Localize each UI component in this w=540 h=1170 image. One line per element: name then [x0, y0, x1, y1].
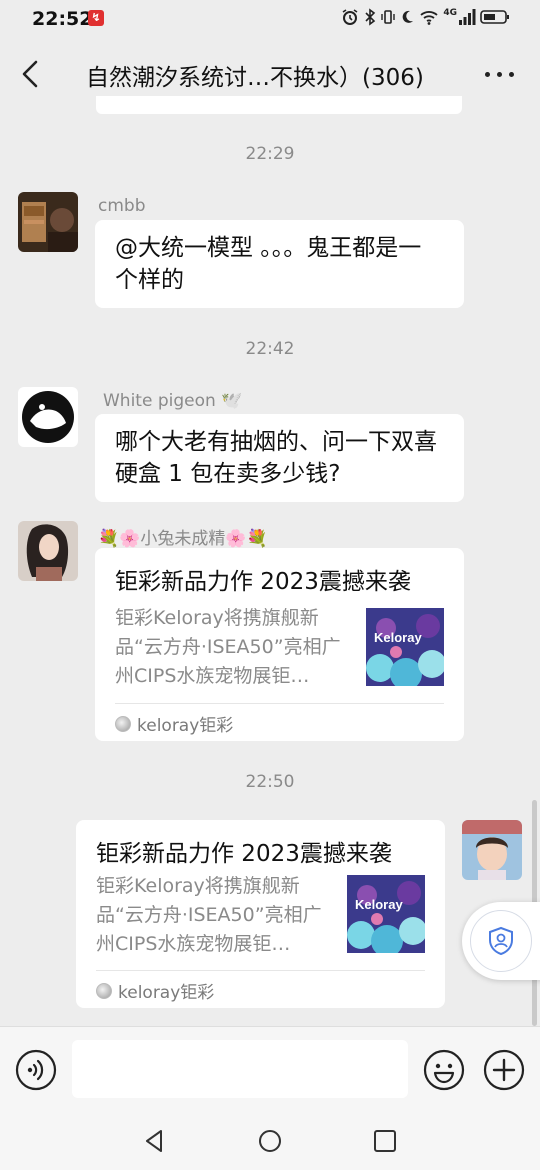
link-card[interactable]: 钜彩新品力作 2023震撼来袭 钜彩Keloray将携旗舰新品“云方舟·ISEA…: [95, 548, 464, 741]
status-time: 22:52: [32, 8, 93, 30]
card-source-name: keloray钜彩: [118, 983, 215, 1003]
nav-recents-icon[interactable]: [372, 1128, 398, 1154]
voice-icon[interactable]: [15, 1049, 57, 1091]
source-logo-icon: [115, 715, 131, 732]
network-type: 4G: [443, 8, 457, 18]
card-source: keloray钜彩: [96, 978, 214, 1003]
more-dots-icon[interactable]: [485, 72, 514, 77]
message-input[interactable]: [72, 1040, 408, 1098]
sender-name: White pigeon 🕊️: [103, 391, 243, 411]
avatar[interactable]: [18, 521, 78, 581]
nav-back-icon[interactable]: [142, 1128, 168, 1154]
sender-name: cmbb: [98, 196, 146, 216]
card-title: 钜彩新品力作 2023震撼来袭: [96, 841, 392, 867]
alarm-icon: [342, 9, 358, 25]
card-thumbnail: Keloray: [347, 875, 425, 953]
sender-name: 💐🌸小兔未成精🌸💐: [98, 529, 268, 549]
card-divider: [96, 970, 425, 971]
chevron-left-icon[interactable]: [16, 58, 46, 90]
timestamp: 22:42: [245, 339, 295, 359]
app-notification-icon: ↯: [88, 10, 104, 26]
status-icons: 4G: [341, 8, 510, 26]
card-source: keloray钜彩: [115, 711, 233, 736]
floating-security-button[interactable]: [462, 902, 540, 980]
card-thumbnail: Keloray: [366, 608, 444, 686]
timestamp: 22:29: [245, 144, 295, 164]
my-avatar[interactable]: [462, 820, 522, 880]
card-description: 钜彩Keloray将携旗舰新品“云方舟·ISEA50”亮相广州CIPS水族宠物展…: [96, 875, 322, 955]
source-logo-icon: [96, 982, 112, 999]
previous-message-bubble: [96, 96, 462, 114]
emoji-icon[interactable]: [423, 1049, 465, 1091]
chat-title: 自然潮汐系统讨…不换水）(306): [86, 65, 424, 91]
card-description: 钜彩Keloray将携旗舰新品“云方舟·ISEA50”亮相广州CIPS水族宠物展…: [115, 607, 341, 687]
link-card[interactable]: 钜彩新品力作 2023震撼来袭 钜彩Keloray将携旗舰新品“云方舟·ISEA…: [76, 820, 445, 1008]
avatar[interactable]: [18, 192, 78, 252]
vibrate-icon: [381, 10, 396, 24]
bluetooth-icon: [365, 8, 376, 26]
avatar[interactable]: [18, 387, 78, 447]
card-title: 钜彩新品力作 2023震撼来袭: [115, 569, 411, 595]
thumb-logo-text: Keloray: [355, 897, 403, 912]
signal-icon: [459, 9, 476, 25]
timestamp: 22:50: [245, 772, 295, 792]
moon-icon: [403, 10, 414, 23]
wifi-icon: [420, 11, 438, 25]
shield-user-icon: [489, 926, 513, 956]
card-source-name: keloray钜彩: [137, 716, 234, 736]
card-divider: [115, 703, 444, 704]
battery-icon: [480, 10, 509, 24]
message-bubble[interactable]: 哪个大老有抽烟的、问一下双喜硬盒 1 包在卖多少钱?: [95, 414, 464, 502]
input-bar: [0, 1026, 540, 1112]
system-nav-bar: [0, 1112, 540, 1170]
status-bar: 22:52 ↯ 4G: [0, 0, 540, 38]
nav-home-icon[interactable]: [257, 1128, 283, 1154]
message-bubble[interactable]: @大统一模型 。。。鬼王都是一个样的: [95, 220, 464, 308]
plus-icon[interactable]: [483, 1049, 525, 1091]
thumb-logo-text: Keloray: [374, 630, 422, 645]
